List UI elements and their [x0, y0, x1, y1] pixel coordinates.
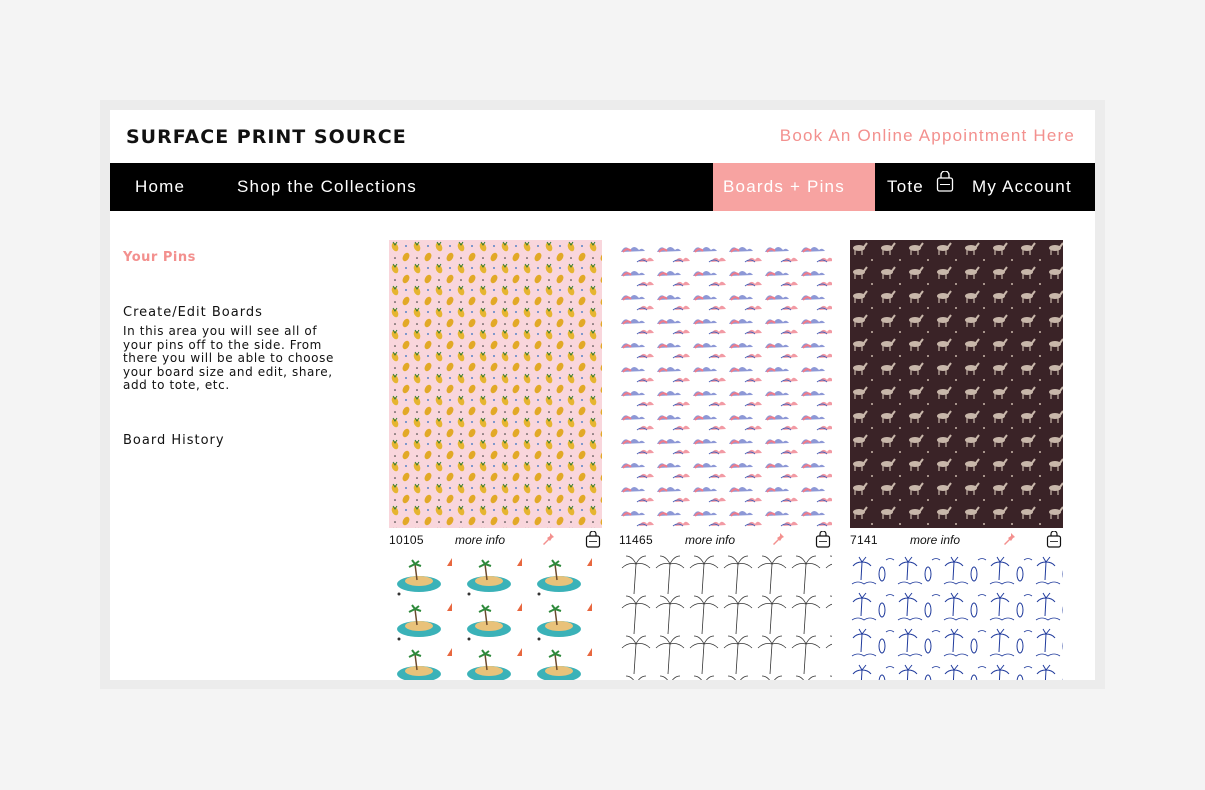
- print-meta: 10105 more info: [389, 530, 602, 550]
- sidebar-board-history[interactable]: Board History: [123, 433, 225, 448]
- main-nav: Home Shop the Collections Boards + Pins …: [110, 163, 1095, 239]
- print-thumbnail[interactable]: [389, 240, 602, 528]
- book-appointment-link[interactable]: Book An Online Appointment Here: [780, 126, 1075, 146]
- tote-bag-icon[interactable]: [1046, 530, 1062, 551]
- sidebar-your-pins[interactable]: Your Pins: [123, 250, 348, 265]
- print-sku: 11465: [619, 533, 653, 547]
- sidebar: Your Pins Create/Edit Boards In this are…: [123, 250, 348, 448]
- more-info-link[interactable]: more info: [910, 533, 960, 547]
- tote-bag-icon: [936, 164, 954, 211]
- print-thumbnail[interactable]: [619, 240, 832, 528]
- print-thumbnail[interactable]: [850, 554, 1063, 680]
- brand-logo[interactable]: SURFACE PRINT SOURCE: [126, 126, 407, 148]
- tote-bag-icon[interactable]: [815, 530, 831, 551]
- pineapple-pattern: [389, 240, 602, 528]
- print-thumbnail[interactable]: [850, 240, 1063, 528]
- sidebar-description: In this area you will see all of your pi…: [123, 324, 334, 393]
- nav-home[interactable]: Home: [135, 163, 185, 211]
- print-sku: 10105: [389, 533, 424, 547]
- island-pattern: [389, 554, 602, 680]
- sidebar-create-edit-boards[interactable]: Create/Edit Boards: [123, 305, 263, 320]
- print-thumbnail[interactable]: [389, 554, 602, 680]
- nav-boards-pins-label: Boards + Pins: [723, 177, 845, 196]
- tote-bag-icon[interactable]: [585, 530, 601, 551]
- nav-my-account[interactable]: My Account: [972, 163, 1072, 211]
- blue-toile-pattern: [850, 554, 1063, 680]
- nav-tote[interactable]: Tote: [887, 163, 954, 211]
- nav-shop-collections[interactable]: Shop the Collections: [237, 163, 417, 211]
- pin-icon[interactable]: [541, 532, 555, 549]
- print-thumbnail[interactable]: [619, 554, 832, 680]
- pin-icon[interactable]: [771, 532, 785, 549]
- nav-tote-label: Tote: [887, 177, 924, 196]
- print-meta: 7141 more info: [850, 530, 1063, 550]
- palm-line-pattern: [619, 554, 832, 680]
- pin-icon[interactable]: [1002, 532, 1016, 549]
- clouds-pattern: [619, 240, 832, 528]
- nav-boards-pins[interactable]: Boards + Pins: [713, 163, 875, 239]
- page: SURFACE PRINT SOURCE Book An Online Appo…: [110, 110, 1095, 680]
- print-sku: 7141: [850, 533, 878, 547]
- browser-frame: SURFACE PRINT SOURCE Book An Online Appo…: [100, 100, 1105, 689]
- more-info-link[interactable]: more info: [685, 533, 735, 547]
- print-meta: 11465 more info: [619, 530, 832, 550]
- zebra-pattern: [850, 240, 1063, 528]
- more-info-link[interactable]: more info: [455, 533, 505, 547]
